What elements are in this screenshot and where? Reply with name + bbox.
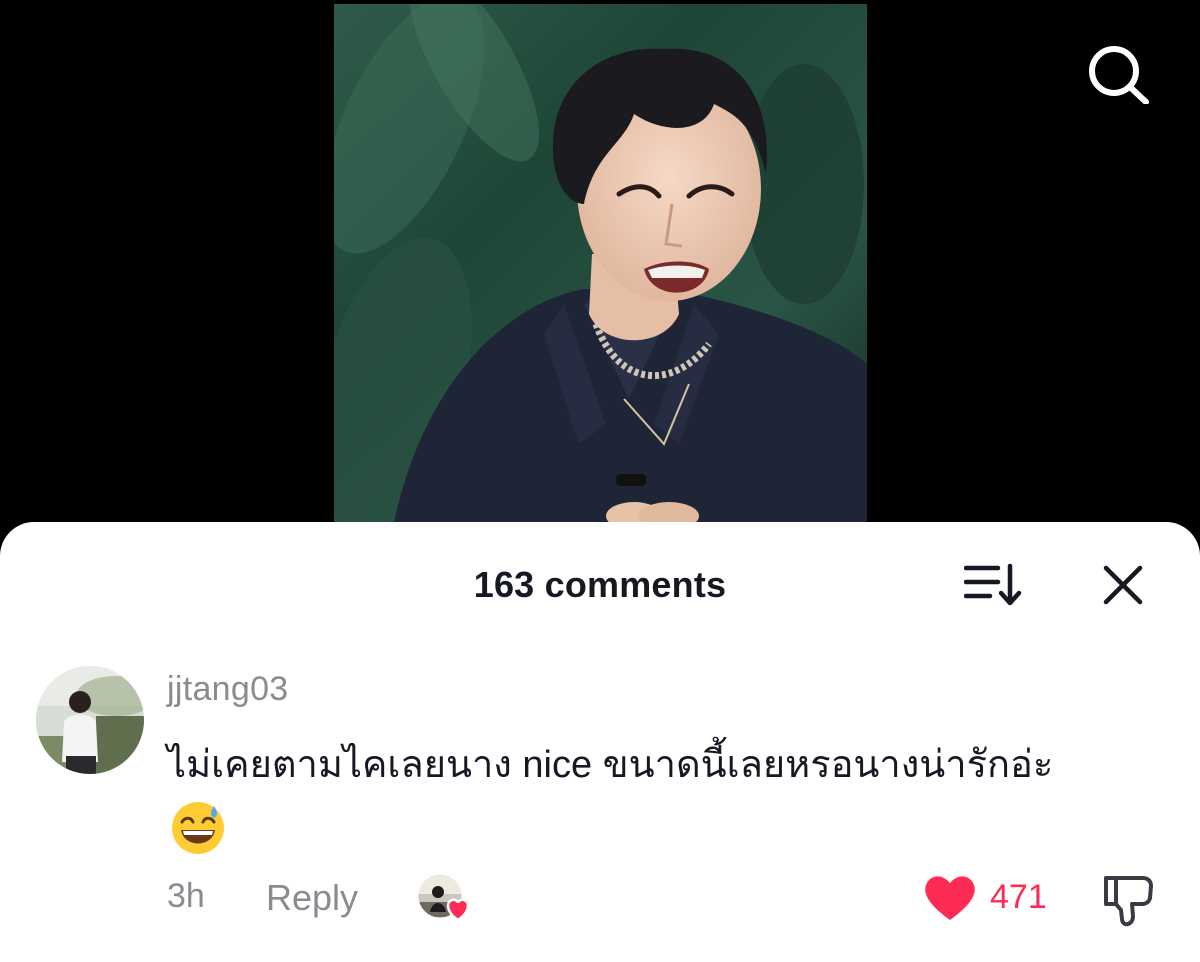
avatar[interactable]	[36, 666, 144, 774]
video-frame-image	[334, 4, 867, 522]
search-icon[interactable]	[1084, 44, 1152, 105]
heart-icon[interactable]	[923, 872, 977, 922]
sort-icon[interactable]	[963, 562, 1022, 606]
thumbs-down-icon[interactable]	[1102, 872, 1156, 928]
creator-liked-icon	[416, 872, 474, 924]
app-screen: 163 comments jjtang03 ไม่เคยตามไคเลยนาง …	[0, 0, 1200, 962]
comment-username[interactable]: jjtang03	[167, 670, 289, 709]
reply-button[interactable]: Reply	[266, 877, 358, 919]
video-player[interactable]	[334, 4, 867, 522]
comments-sheet: 163 comments jjtang03 ไม่เคยตามไคเลยนาง …	[0, 522, 1200, 962]
comment-text: ไม่เคยตามไคเลยนาง nice ขนาดนี้เลยหรอนางน…	[167, 744, 1054, 786]
grinning-face-with-sweat-emoji	[170, 800, 226, 856]
like-count: 471	[990, 878, 1047, 916]
close-icon[interactable]	[1100, 562, 1146, 608]
comment-timestamp: 3h	[167, 877, 205, 915]
